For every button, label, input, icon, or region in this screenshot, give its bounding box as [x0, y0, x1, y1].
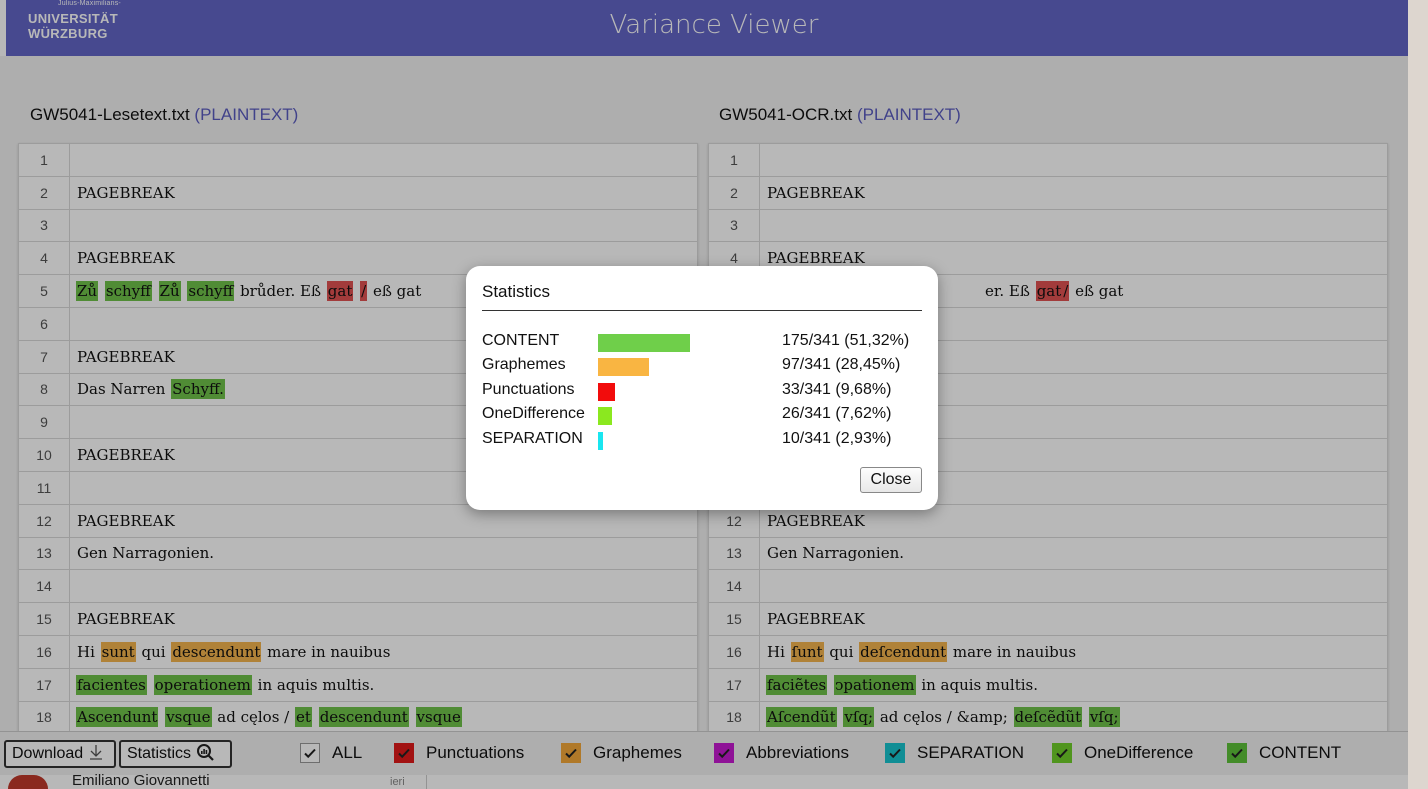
dialog-divider [482, 310, 922, 311]
stat-name: OneDifference [482, 405, 585, 423]
stat-name: CONTENT [482, 332, 560, 349]
stat-value: 33/341 (9,68%) [782, 380, 892, 398]
stat-value: 10/341 (2,93%) [782, 429, 892, 447]
stat-name: SEPARATION [482, 429, 583, 447]
stat-row: Punctuations 33/341 (9,68%) [482, 381, 922, 403]
stat-value: 97/341 (28,45%) [782, 356, 901, 374]
stat-bar [598, 382, 616, 401]
stat-value: 26/341 (7,62%) [782, 405, 892, 423]
stat-name: Punctuations [482, 380, 575, 398]
statistics-dialog: Statistics CONTENT 175/341 (51,32%) Graphe… [466, 266, 938, 510]
stat-bar [598, 334, 691, 352]
close-button[interactable]: Close [860, 467, 922, 493]
stat-row: CONTENT 175/341 (51,32%) [482, 332, 922, 354]
stat-bar [598, 431, 604, 450]
stat-bar [598, 407, 612, 426]
stat-row: SEPARATION 10/341 (2,93%) [482, 430, 922, 452]
background-strip [1408, 0, 1428, 789]
stat-row: OneDifference 26/341 (7,62%) [482, 405, 922, 427]
stat-bar [598, 358, 650, 377]
dialog-title: Statistics [482, 282, 551, 301]
stat-value: 175/341 (51,32%) [782, 332, 910, 349]
stat-row: Graphemes 97/341 (28,45%) [482, 356, 922, 378]
stat-name: Graphemes [482, 356, 566, 374]
